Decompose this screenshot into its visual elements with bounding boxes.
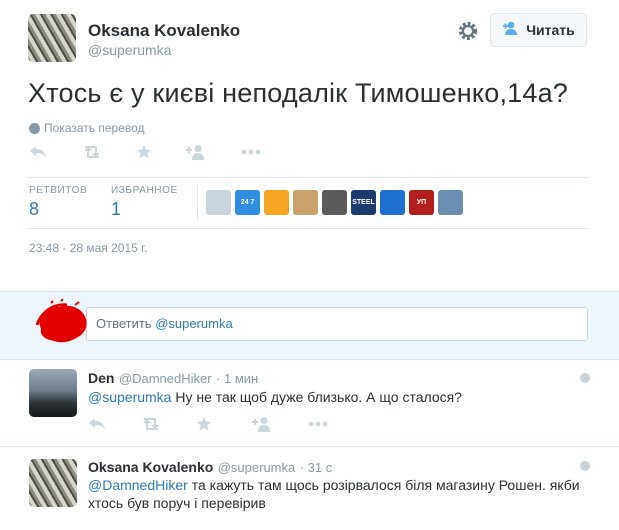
gear-icon[interactable]: [457, 20, 479, 42]
crowd-avatar[interactable]: [438, 190, 463, 215]
tweet-text: Хтось є у києві неподалік Тимошенко,14а?: [28, 78, 569, 108]
more-options-icon[interactable]: [308, 421, 328, 427]
map-avatar[interactable]: [206, 190, 231, 215]
steel-avatar[interactable]: STEEL: [351, 190, 376, 215]
comment-dot: ·: [216, 371, 224, 386]
favorites-count[interactable]: 1: [111, 199, 121, 220]
comment-author-name[interactable]: Oksana Kovalenko: [88, 459, 213, 475]
reply-icon[interactable]: [88, 417, 140, 431]
more-options-icon[interactable]: [241, 149, 261, 155]
follow-button[interactable]: Читать: [490, 13, 587, 47]
translate-label: Показать перевод: [44, 121, 145, 135]
follow-label: Читать: [526, 22, 575, 38]
divider: [28, 177, 588, 178]
retweet-icon[interactable]: [81, 145, 136, 159]
blue-logo-avatar[interactable]: [380, 190, 405, 215]
comment-time[interactable]: 31 с: [308, 460, 333, 475]
collage-avatar[interactable]: [322, 190, 347, 215]
dismiss-icon[interactable]: [580, 373, 590, 383]
author-avatar[interactable]: [28, 14, 76, 62]
add-to-list-icon[interactable]: [186, 144, 241, 160]
reply-input[interactable]: Ответить @superumka: [86, 307, 588, 341]
retweets-count[interactable]: 8: [29, 199, 39, 220]
comment-body: Ну не так щоб дуже близько. А що сталося…: [175, 389, 462, 405]
comment-dot: ·: [299, 460, 308, 475]
comment-mention[interactable]: @DamnedHiker: [88, 477, 188, 493]
reply-prefix: Ответить: [96, 316, 152, 331]
news-247-avatar[interactable]: 24 7: [235, 190, 260, 215]
globe-icon: [29, 122, 40, 134]
tweet-actions: [29, 144, 261, 160]
up-avatar[interactable]: УП: [409, 190, 434, 215]
reply-icon[interactable]: [29, 145, 81, 159]
translate-link[interactable]: Показать перевод: [29, 121, 145, 135]
comment-actions: [88, 416, 328, 432]
comment-mention[interactable]: @superumka: [88, 389, 171, 405]
favorite-star-icon[interactable]: [196, 416, 252, 432]
dismiss-icon[interactable]: [580, 461, 590, 471]
reply-mention: @superumka: [155, 316, 233, 331]
comment-author-name[interactable]: Den: [88, 370, 114, 386]
author-name[interactable]: Oksana Kovalenko: [88, 21, 240, 41]
retweets-label: РЕТВИТОВ: [29, 185, 88, 196]
retweet-icon[interactable]: [140, 417, 196, 431]
comment-time[interactable]: 1 мин: [224, 371, 258, 386]
comment-separator: [0, 446, 619, 447]
divider: [28, 228, 588, 229]
add-to-list-icon[interactable]: [252, 416, 308, 432]
comment-avatar[interactable]: [29, 459, 77, 507]
comment-text: @superumka Ну не так щоб дуже близько. А…: [88, 388, 588, 406]
comment-author-handle[interactable]: @DamnedHiker: [119, 371, 212, 386]
red-scribble-avatar-overlay: [35, 299, 87, 343]
comment-text: @DamnedHiker та кажуть там щось розірвал…: [88, 476, 593, 512]
favorite-star-icon[interactable]: [136, 144, 186, 160]
follow-person-icon: [502, 21, 520, 39]
tweet-timestamp: 23:48 - 28 мая 2015 г.: [29, 241, 148, 255]
orange-egg-avatar[interactable]: [264, 190, 289, 215]
woman-avatar[interactable]: [293, 190, 318, 215]
comment-avatar[interactable]: [29, 369, 77, 417]
comment-header: Oksana Kovalenko @superumka · 31 с: [88, 459, 332, 477]
comment-author-handle[interactable]: @superumka: [218, 460, 296, 475]
comment-header: Den @DamnedHiker · 1 мин: [88, 370, 258, 388]
favorites-label: ИЗБРАННОЕ: [111, 185, 178, 196]
stats-divider: [197, 185, 198, 221]
author-handle[interactable]: @superumka: [88, 42, 171, 58]
